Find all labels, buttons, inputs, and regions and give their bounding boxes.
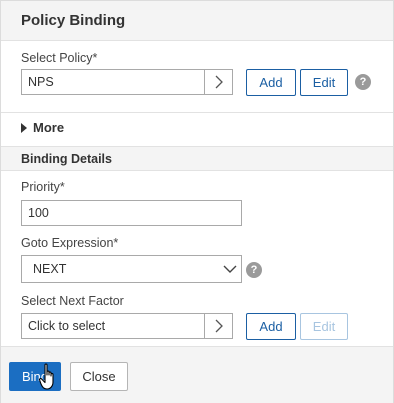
select-policy-label: Select Policy* xyxy=(21,51,98,65)
add-policy-button[interactable]: Add xyxy=(246,69,296,96)
chevron-right-icon xyxy=(215,319,223,333)
binding-details-header: Binding Details xyxy=(1,146,393,171)
goto-expression-label: Goto Expression* xyxy=(21,236,119,250)
edit-policy-button[interactable]: Edit xyxy=(300,69,348,96)
more-toggle[interactable]: More xyxy=(21,120,64,135)
select-policy-arrow-button[interactable] xyxy=(204,70,232,94)
panel-footer: Bind Close xyxy=(1,346,393,403)
goto-expression-select[interactable]: NEXT xyxy=(21,255,242,283)
chevron-down-icon xyxy=(223,265,237,273)
hand-cursor-icon xyxy=(39,363,54,390)
binding-details-title: Binding Details xyxy=(21,152,112,166)
priority-input[interactable]: 100 xyxy=(21,200,242,226)
more-label: More xyxy=(33,120,65,135)
policy-binding-panel: Policy Binding Select Policy* NPS Add Ed… xyxy=(0,0,394,403)
next-factor-placeholder: Click to select xyxy=(28,319,106,333)
chevron-right-icon xyxy=(215,75,223,89)
divider xyxy=(1,112,393,113)
goto-help-icon[interactable]: ? xyxy=(246,262,262,278)
panel-header: Policy Binding xyxy=(1,1,393,41)
close-button[interactable]: Close xyxy=(70,362,128,391)
goto-expression-value: NEXT xyxy=(33,262,67,276)
add-next-factor-button[interactable]: Add xyxy=(246,313,296,340)
help-icon[interactable]: ? xyxy=(355,74,371,90)
next-factor-picker[interactable]: Click to select xyxy=(21,313,233,339)
next-factor-arrow-button[interactable] xyxy=(204,314,232,338)
edit-next-factor-button[interactable]: Edit xyxy=(300,313,348,340)
priority-value: 100 xyxy=(28,206,49,220)
panel-title: Policy Binding xyxy=(21,12,126,29)
next-factor-label: Select Next Factor xyxy=(21,294,124,308)
select-policy-picker[interactable]: NPS xyxy=(21,69,233,95)
priority-label: Priority* xyxy=(21,180,65,194)
caret-right-icon xyxy=(21,122,27,133)
select-policy-value: NPS xyxy=(28,75,54,89)
